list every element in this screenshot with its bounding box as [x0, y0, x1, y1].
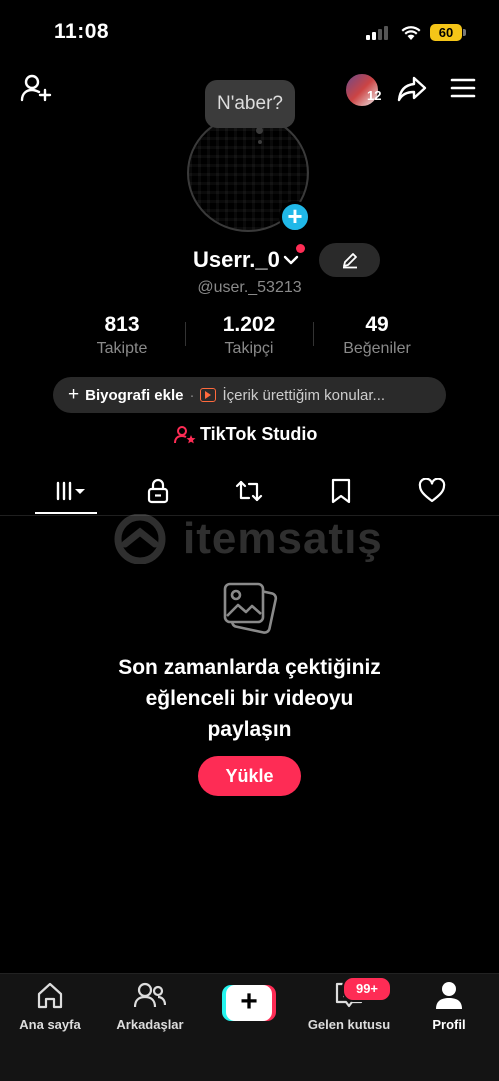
add-bio-label[interactable]: Biyografi ekle	[85, 387, 183, 404]
add-avatar-button[interactable]: +	[279, 201, 311, 233]
note-bubble[interactable]: N'aber?	[205, 80, 295, 128]
upload-button[interactable]: Yükle	[198, 756, 301, 796]
stat-label: Takipçi	[224, 340, 274, 357]
signal-icon	[366, 26, 392, 40]
empty-line-2: eğlenceli bir videoyu	[145, 687, 354, 710]
stat-label: Beğeniler	[343, 340, 411, 357]
stat-followers[interactable]: 1.202 Takipçi	[184, 313, 314, 358]
empty-line-1: Son zamanlarda çektiğiniz	[118, 656, 381, 679]
tab-private[interactable]	[128, 474, 188, 508]
create-button[interactable]: +	[222, 985, 276, 1021]
nav-friends[interactable]: Arkadaşlar	[105, 980, 195, 1032]
nav-friends-label: Arkadaşlar	[116, 1017, 184, 1032]
empty-line-3: paylaşın	[207, 718, 292, 741]
active-tab-indicator	[35, 512, 97, 514]
bubble-tail-small	[258, 140, 262, 144]
add-user-icon[interactable]	[19, 72, 53, 104]
tab-videos[interactable]	[36, 474, 96, 508]
photo-icon	[221, 580, 279, 641]
stat-following[interactable]: 813 Takipte	[57, 313, 187, 358]
stat-value: 1.202	[222, 313, 276, 336]
tab-reposts[interactable]	[219, 474, 279, 508]
username[interactable]: Userr._0	[193, 247, 280, 273]
bio-separator: ·	[189, 386, 195, 404]
menu-icon[interactable]	[449, 76, 477, 100]
battery-tip	[463, 29, 466, 36]
watermark-icon	[114, 514, 166, 564]
inbox-badge: 99+	[342, 976, 392, 1002]
share-icon[interactable]	[396, 74, 428, 104]
stat-value: 813	[104, 313, 140, 336]
studio-icon	[174, 425, 196, 443]
nav-home[interactable]: Ana sayfa	[5, 980, 95, 1032]
play-icon	[200, 388, 217, 402]
tab-saved[interactable]	[311, 474, 371, 508]
topics-label[interactable]: İçerik ürettiğim konular...	[222, 387, 385, 404]
edit-profile-button[interactable]	[319, 243, 380, 277]
chevron-down-icon[interactable]	[283, 252, 299, 273]
videos-grid-icon	[56, 481, 85, 501]
home-icon	[37, 982, 63, 1009]
plus-icon: +	[226, 985, 272, 1021]
wifi-icon	[400, 24, 422, 46]
bubble-tail	[256, 127, 263, 134]
plus-icon: +	[68, 384, 80, 405]
empty-state-message: Son zamanlarda çektiğiniz eğlenceli bir …	[0, 652, 499, 745]
friends-icon	[133, 982, 167, 1008]
status-time: 11:08	[54, 20, 110, 43]
notification-dot	[296, 244, 305, 253]
nav-home-label: Ana sayfa	[19, 1017, 81, 1032]
profile-icon	[436, 982, 462, 1009]
user-handle: @user._53213	[197, 279, 302, 296]
studio-label: TikTok Studio	[200, 424, 318, 444]
tiktok-studio-link[interactable]: TikTok Studio	[174, 424, 317, 445]
repost-icon	[235, 480, 263, 502]
nav-profile[interactable]: Profil	[404, 980, 494, 1032]
bio-pill[interactable]: + Biyografi ekle · İçerik ürettiğim konu…	[53, 377, 446, 413]
tab-liked[interactable]	[402, 474, 462, 508]
lock-icon	[147, 478, 169, 504]
story-count: 12	[367, 88, 382, 103]
watermark-logo: itemsatış	[105, 514, 383, 564]
heart-icon	[418, 478, 446, 503]
pencil-icon	[342, 253, 357, 269]
nav-inbox-label: Gelen kutusu	[307, 1017, 391, 1032]
stat-value: 49	[365, 313, 389, 336]
nav-profile-label: Profil	[432, 1017, 466, 1032]
battery-icon: 60	[430, 24, 462, 41]
stat-likes[interactable]: 49 Beğeniler	[312, 313, 442, 358]
bookmark-icon	[331, 478, 351, 504]
watermark-text: itemsatış	[183, 514, 383, 563]
stat-label: Takipte	[96, 340, 148, 357]
